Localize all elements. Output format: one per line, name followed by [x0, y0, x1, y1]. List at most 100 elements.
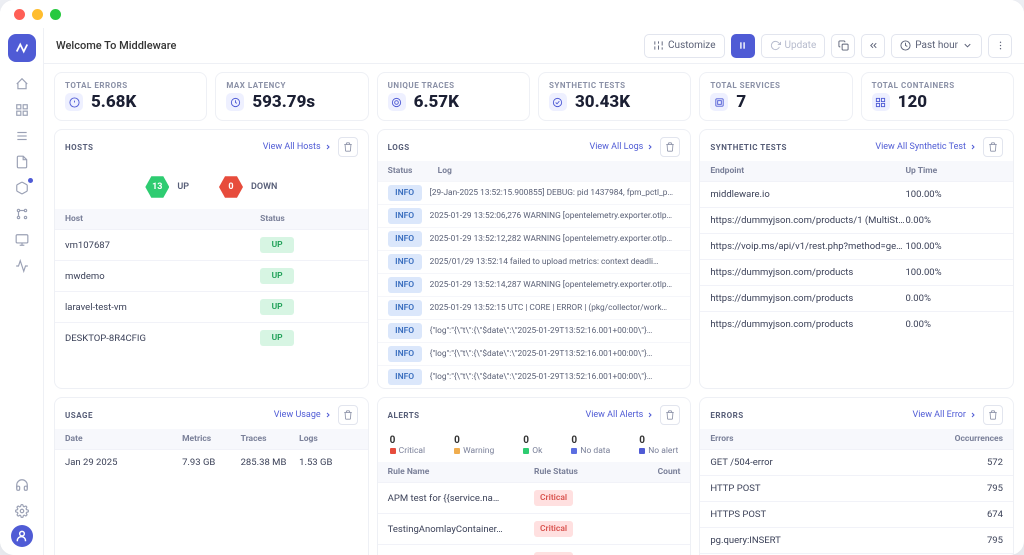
log-level-pill: INFO — [388, 300, 422, 316]
legend-ok: 0Ok — [523, 435, 542, 456]
log-row[interactable]: INFO[29-Jan-2025 13:52:15.900855] DEBUG:… — [378, 181, 691, 204]
logs-card: LOGS View All Logs StatusLog INFO[29-Jan… — [377, 129, 692, 389]
nav-file-icon[interactable] — [7, 150, 37, 174]
log-row[interactable]: INFO{"log":"{\"t\":{\"$date\":\"2025-01-… — [378, 319, 691, 342]
nav-headphones-icon[interactable] — [7, 473, 37, 497]
log-level-pill: INFO — [388, 369, 422, 385]
kpi-icon — [65, 93, 83, 111]
error-row[interactable]: GET /504-error572 — [700, 449, 1013, 475]
alerts-link[interactable]: View All Alerts — [585, 410, 654, 420]
log-row[interactable]: INFO2025/01/29 13:52:14 failed to upload… — [378, 250, 691, 273]
legend-warn: 0Warning — [454, 435, 494, 456]
log-row[interactable]: INFO2025-01-29 13:52:12,282 WARNING [ope… — [378, 227, 691, 250]
topbar: Welcome To Middleware Customize Update P… — [44, 28, 1024, 64]
log-level-pill: INFO — [388, 231, 422, 247]
alerts-trash[interactable] — [660, 405, 680, 425]
legend-crit: 0Critical — [390, 435, 425, 456]
errors-card: ERRORS View All Error ErrorsOccurrences … — [699, 397, 1014, 555]
kpi-4: TOTAL SERVICES7 — [699, 72, 852, 121]
synth-row[interactable]: https://voip.ms/api/v1/rest.php?method=g… — [700, 233, 1013, 259]
customize-button[interactable]: Customize — [644, 34, 724, 58]
synth-row[interactable]: https://dummyjson.com/products0.00% — [700, 285, 1013, 311]
synthetic-card: SYNTHETIC TESTS View All Synthetic Test … — [699, 129, 1014, 389]
nav-grid-icon[interactable] — [7, 98, 37, 122]
nav-network-icon[interactable] — [7, 202, 37, 226]
collapse-button[interactable] — [861, 34, 885, 58]
alert-row[interactable]: TestingAnomlayContainer…Critical — [378, 513, 691, 544]
host-row[interactable]: laravel-test-vmUP — [55, 291, 368, 322]
close-dot[interactable] — [14, 9, 25, 20]
legend-nodata: 0No data — [571, 435, 610, 456]
log-level-pill: INFO — [388, 254, 422, 270]
sidebar — [0, 28, 44, 555]
kpi-5: TOTAL CONTAINERS120 — [861, 72, 1014, 121]
synth-row[interactable]: middleware.io100.00% — [700, 181, 1013, 207]
log-row[interactable]: INFO{"log":"{\"t\":{\"$date\":\"2025-01-… — [378, 342, 691, 365]
synth-row[interactable]: https://dummyjson.com/products0.00% — [700, 311, 1013, 337]
hosts-card: HOSTS View All Hosts 13UP 0DOWN HostStat… — [54, 129, 369, 389]
error-row[interactable]: HTTPS POST674 — [700, 501, 1013, 527]
alert-status-pill: Critical — [534, 521, 573, 537]
hosts-up-badge: 13UP — [145, 175, 189, 199]
page-title: Welcome To Middleware — [56, 39, 176, 52]
log-level-pill: INFO — [388, 277, 422, 293]
kpi-icon — [388, 93, 406, 111]
log-row[interactable]: INFO2025-01-29 13:52:06,276 WARNING [ope… — [378, 204, 691, 227]
nav-user-avatar[interactable] — [11, 525, 33, 547]
nav-home-icon[interactable] — [7, 72, 37, 96]
more-button[interactable] — [988, 34, 1012, 58]
pause-button[interactable] — [731, 34, 755, 58]
kpi-icon — [872, 93, 890, 111]
hosts-trash[interactable] — [338, 137, 358, 157]
nav-monitor-icon[interactable] — [7, 228, 37, 252]
kpi-icon — [710, 93, 728, 111]
kpi-3: SYNTHETIC TESTS30.43K — [538, 72, 691, 121]
usage-row: Jan 29 20257.93 GB285.38 MB1.53 GB — [55, 449, 368, 475]
app-logo[interactable] — [8, 34, 36, 62]
alerts-card: ALERTS View All Alerts 0Critical 0Warning… — [377, 397, 692, 555]
host-row[interactable]: vm107687UP — [55, 229, 368, 260]
errors-title: ERRORS — [710, 411, 743, 420]
errors-link[interactable]: View All Error — [913, 410, 977, 420]
copy-button[interactable] — [831, 34, 855, 58]
nav-activity-icon[interactable] — [7, 254, 37, 278]
log-level-pill: INFO — [388, 323, 422, 339]
minimize-dot[interactable] — [32, 9, 43, 20]
hosts-link[interactable]: View All Hosts — [263, 142, 332, 152]
nav-settings-icon[interactable] — [7, 499, 37, 523]
alert-row[interactable]: APM test for {{service.na…Critical — [378, 482, 691, 513]
maximize-dot[interactable] — [50, 9, 61, 20]
usage-trash[interactable] — [338, 405, 358, 425]
synth-link[interactable]: View All Synthetic Test — [875, 142, 977, 152]
synth-trash[interactable] — [983, 137, 1003, 157]
log-row[interactable]: INFO2025-01-29 13:52:14,287 WARNING [ope… — [378, 273, 691, 296]
logs-trash[interactable] — [660, 137, 680, 157]
host-row[interactable]: mwdemoUP — [55, 260, 368, 291]
alert-row[interactable]: 500 Status CodeCritical — [378, 544, 691, 555]
hosts-down-badge: 0DOWN — [219, 175, 277, 199]
nav-list-icon[interactable] — [7, 124, 37, 148]
kpi-1: MAX LATENCY593.79s — [215, 72, 368, 121]
kpi-0: TOTAL ERRORS5.68K — [54, 72, 207, 121]
update-button[interactable]: Update — [761, 34, 826, 58]
errors-trash[interactable] — [983, 405, 1003, 425]
timerange-select[interactable]: Past hour — [891, 34, 982, 58]
status-pill: UP — [260, 237, 294, 253]
kpi-2: UNIQUE TRACES6.57K — [377, 72, 530, 121]
logs-link[interactable]: View All Logs — [589, 142, 654, 152]
log-row[interactable]: INFO2025-01-29 13:52:15 UTC | CORE | ERR… — [378, 296, 691, 319]
nav-cube-icon[interactable] — [7, 176, 37, 200]
synth-row[interactable]: https://dummyjson.com/products/1 (MultiS… — [700, 207, 1013, 233]
log-level-pill: INFO — [388, 208, 422, 224]
usage-card: USAGE View Usage DateMetricsTracesLogs J… — [54, 397, 369, 555]
usage-link[interactable]: View Usage — [274, 410, 332, 420]
error-row[interactable]: HTTP POST795 — [700, 475, 1013, 501]
log-row[interactable]: INFO{"log":"{\"t\":{\"$date\":\"2025-01-… — [378, 365, 691, 388]
host-row[interactable]: DESKTOP-8R4CFIGUP — [55, 322, 368, 353]
window-controls — [0, 0, 1024, 28]
synth-row[interactable]: https://dummyjson.com/products100.00% — [700, 259, 1013, 285]
log-level-pill: INFO — [388, 346, 422, 362]
alerts-title: ALERTS — [388, 411, 420, 420]
hosts-title: HOSTS — [65, 143, 93, 152]
error-row[interactable]: pg.query:INSERT795 — [700, 527, 1013, 553]
